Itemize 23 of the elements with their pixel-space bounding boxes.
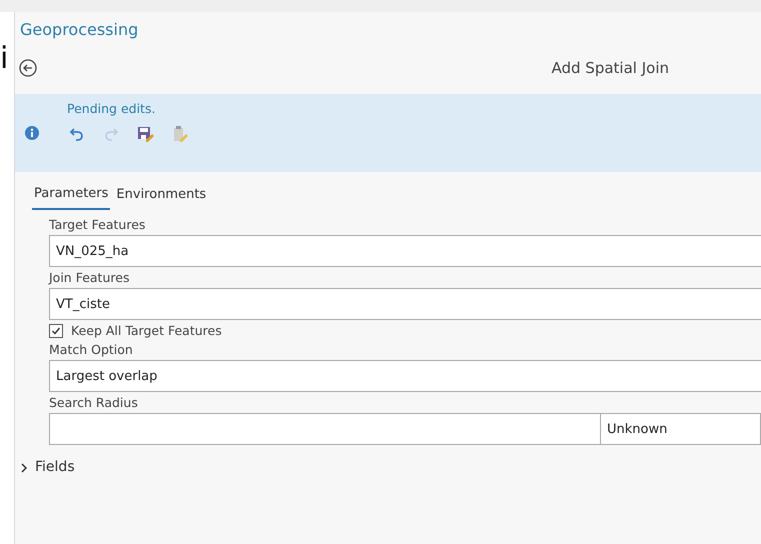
- tab[interactable]: Parameters: [32, 182, 110, 210]
- back-icon[interactable]: [19, 59, 37, 77]
- checkmark-icon: [51, 326, 61, 336]
- tab[interactable]: Environments: [114, 182, 208, 210]
- input-field[interactable]: Largest overlap: [49, 360, 761, 392]
- parameter-label: Search Radius: [49, 394, 139, 411]
- input-field[interactable]: VT_ciste: [49, 288, 761, 320]
- tool-title: Add Spatial Join: [552, 58, 669, 79]
- unit-field[interactable]: Unknown: [601, 413, 761, 445]
- checkbox[interactable]: [49, 324, 63, 338]
- message-text: Pending edits.: [67, 100, 156, 118]
- input-field[interactable]: [49, 413, 601, 445]
- checkbox-label: Keep All Target Features: [71, 323, 222, 339]
- input-field[interactable]: VN_025_ha: [49, 235, 761, 267]
- info-icon: [25, 126, 39, 140]
- save-edits-icon[interactable]: [137, 124, 155, 143]
- fields-expander[interactable]: Fields: [21, 457, 75, 478]
- pane-title: Geoprocessing: [19, 19, 140, 41]
- parameter-label: Target Features: [49, 216, 146, 233]
- parameter-label: Join Features: [49, 269, 130, 286]
- chevron-right-icon: [21, 462, 27, 472]
- edge-text: i: [0, 44, 8, 74]
- parameter-label: Match Option: [49, 341, 134, 358]
